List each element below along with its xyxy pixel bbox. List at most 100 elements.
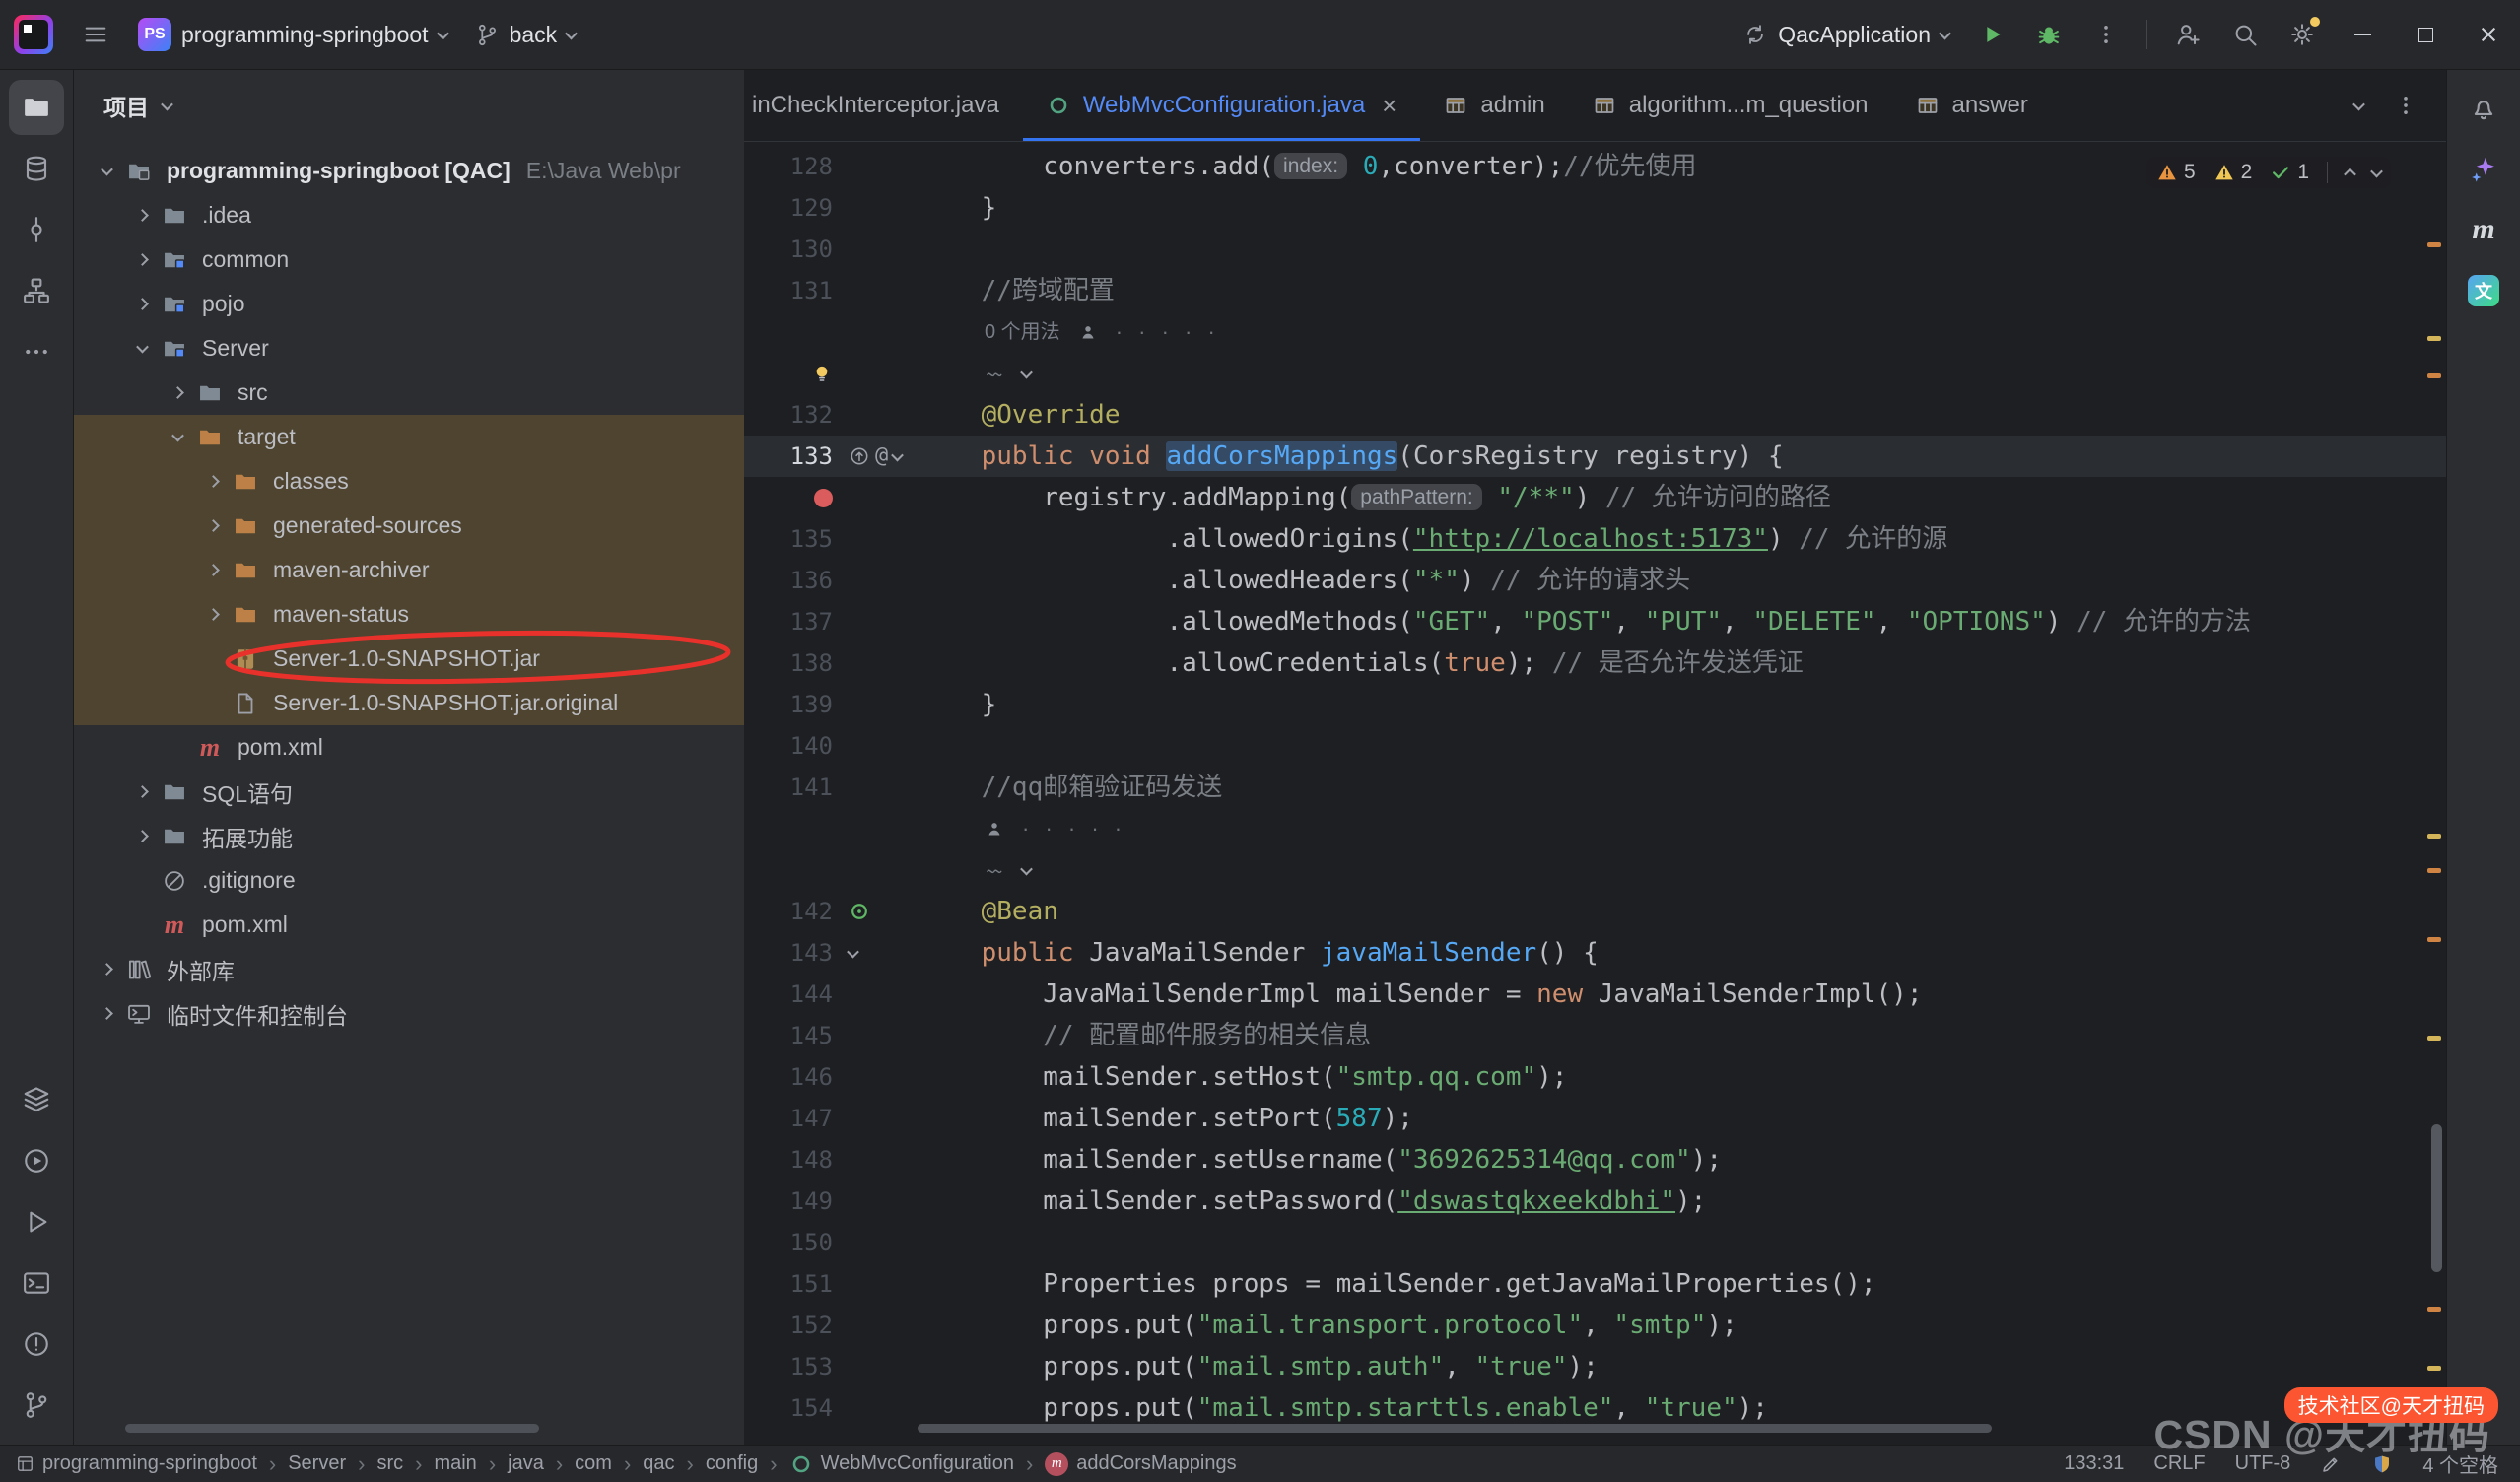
tool-stripe-item-project[interactable] — [9, 80, 64, 135]
line-number[interactable]: 135 — [744, 518, 849, 560]
chevron-right-icon[interactable] — [171, 386, 184, 399]
code-line-145[interactable]: 145 // 配置邮件服务的相关信息 — [744, 1015, 2446, 1056]
tool-stripe-item-terminal[interactable] — [9, 1255, 64, 1311]
tree-item[interactable]: .idea — [74, 193, 744, 237]
tool-stripe-item-maven[interactable]: m — [2456, 202, 2511, 257]
weak-warnings-badge[interactable]: 2 — [2214, 161, 2253, 184]
line-number[interactable]: 144 — [744, 974, 849, 1015]
code-line-141[interactable]: 141 //qq邮箱验证码发送 — [744, 767, 2446, 808]
chevron-right-icon[interactable] — [136, 785, 149, 798]
chevron-down-icon[interactable] — [101, 164, 113, 176]
line-number[interactable]: 139 — [744, 684, 849, 725]
editor-tab-answer[interactable]: answer — [1892, 70, 2052, 141]
editor-tab-algorithm-m-question[interactable]: algorithm...m_question — [1569, 70, 1892, 141]
tree-item[interactable]: mpom.xml — [74, 725, 744, 770]
inspections-widget[interactable]: 5 2 1 — [2146, 157, 2391, 188]
line-number[interactable]: 137 — [744, 601, 849, 642]
chevron-right-icon[interactable] — [207, 564, 220, 576]
line-number[interactable]: 154 — [744, 1387, 849, 1429]
chevron-right-icon[interactable] — [101, 1007, 113, 1020]
tool-stripe-item-services[interactable] — [9, 1072, 64, 1127]
breadcrumb-main[interactable]: main — [434, 1452, 476, 1475]
code-line-147[interactable]: 147 mailSender.setPort(587); — [744, 1098, 2446, 1139]
error-stripe-mark[interactable] — [2427, 868, 2441, 873]
editor-error-stripe[interactable] — [2425, 145, 2443, 1423]
code-line-129[interactable]: 129 } — [744, 187, 2446, 229]
error-stripe-mark[interactable] — [2427, 1366, 2441, 1371]
run-config-widget[interactable]: QacApplication — [1729, 9, 1963, 60]
line-number[interactable]: 132 — [744, 394, 849, 436]
code-line-152[interactable]: 152 props.put("mail.transport.protocol",… — [744, 1305, 2446, 1346]
lightbulb-icon[interactable] — [811, 363, 833, 384]
tool-stripe-item-run[interactable] — [9, 1194, 64, 1249]
error-stripe-mark[interactable] — [2427, 373, 2441, 378]
settings-button[interactable] — [2277, 9, 2328, 60]
chevron-right-icon[interactable] — [207, 519, 220, 532]
tool-stripe-item-ai-assistant[interactable] — [2456, 141, 2511, 196]
line-number[interactable]: 130 — [744, 229, 849, 270]
tool-stripe-item-structure[interactable] — [9, 263, 64, 318]
code-line-137[interactable]: 137 .allowedMethods("GET", "POST", "PUT"… — [744, 601, 2446, 642]
spring-bean-icon[interactable] — [849, 901, 870, 922]
tree-item[interactable]: target — [74, 415, 744, 459]
breadcrumb-java[interactable]: java — [508, 1452, 544, 1475]
line-number[interactable]: 150 — [744, 1222, 849, 1263]
breadcrumb-addcorsmappings[interactable]: maddCorsMappings — [1045, 1452, 1236, 1476]
breadcrumb-com[interactable]: com — [575, 1452, 612, 1475]
fold-chevron-icon[interactable] — [891, 448, 904, 461]
chevron-down-icon[interactable] — [171, 430, 184, 442]
caret-position-widget[interactable]: 133:31 — [2064, 1452, 2124, 1475]
more-actions-button[interactable] — [2080, 9, 2132, 60]
line-number[interactable]: 143 — [744, 932, 849, 974]
line-number[interactable]: 151 — [744, 1263, 849, 1305]
close-icon[interactable]: × — [1382, 93, 1396, 118]
fold-chevron-icon[interactable] — [847, 945, 859, 958]
line-number[interactable]: 131 — [744, 270, 849, 311]
tree-item[interactable]: Server-1.0-SNAPSHOT.jar — [74, 637, 744, 681]
tree-item[interactable]: maven-archiver — [74, 548, 744, 592]
code-line-139[interactable]: 139 } — [744, 684, 2446, 725]
passed-badge[interactable]: 1 — [2270, 161, 2309, 184]
line-number[interactable]: 149 — [744, 1180, 849, 1222]
line-number[interactable]: 129 — [744, 187, 849, 229]
code-line-142[interactable]: 142 @Bean — [744, 891, 2446, 932]
breadcrumb-config[interactable]: config — [706, 1452, 758, 1475]
breadcrumb-webmvcconfiguration[interactable]: WebMvcConfiguration — [789, 1452, 1014, 1476]
kebab-icon[interactable] — [2393, 93, 2418, 118]
line-number[interactable]: 141 — [744, 767, 849, 808]
editor-hscrollbar[interactable] — [918, 1424, 1992, 1433]
code-line-134[interactable]: registry.addMapping(pathPattern: "/**") … — [744, 477, 2446, 518]
tool-stripe-item-plugin[interactable]: 文 — [2456, 263, 2511, 318]
line-number[interactable]: 146 — [744, 1056, 849, 1098]
run-button[interactable] — [1966, 9, 2017, 60]
tree-item[interactable]: 拓展功能 — [74, 814, 744, 858]
code-line-136[interactable]: 136 .allowedHeaders("*") // 允许的请求头 — [744, 560, 2446, 601]
chevron-right-icon[interactable] — [207, 475, 220, 488]
next-problem-button[interactable] — [2370, 165, 2383, 177]
breakpoint-icon[interactable] — [814, 489, 833, 507]
chevron-right-icon[interactable] — [136, 830, 149, 842]
tool-stripe-item-run-dashboard[interactable] — [9, 1133, 64, 1188]
error-stripe-mark[interactable] — [2427, 1307, 2441, 1312]
project-hscrollbar[interactable] — [125, 1424, 539, 1433]
chevron-right-icon[interactable] — [136, 253, 149, 266]
usages-text[interactable]: 0 个用法 — [985, 311, 1060, 353]
tree-item[interactable]: src — [74, 370, 744, 415]
tree-item[interactable]: SQL语句 — [74, 770, 744, 814]
debug-button[interactable] — [2023, 9, 2075, 60]
breadcrumb-programming-springboot[interactable]: programming-springboot — [16, 1452, 257, 1475]
code-line-144[interactable]: 144 JavaMailSenderImpl mailSender = new … — [744, 974, 2446, 1015]
line-number[interactable]: 136 — [744, 560, 849, 601]
line-number[interactable]: 128 — [744, 146, 849, 187]
tree-item[interactable]: 外部库 — [74, 947, 744, 991]
line-number[interactable]: 152 — [744, 1305, 849, 1346]
close-button[interactable] — [2457, 0, 2520, 69]
code-line-150[interactable]: 150 — [744, 1222, 2446, 1263]
chevron-right-icon[interactable] — [101, 963, 113, 976]
folded-comment-icon[interactable] — [985, 364, 1004, 383]
prev-problem-button[interactable] — [2344, 168, 2356, 180]
error-stripe-mark[interactable] — [2427, 937, 2441, 942]
code-line-132[interactable]: 132 @Override — [744, 394, 2446, 436]
code-line-131[interactable]: 131 //跨域配置 — [744, 270, 2446, 311]
code-line-130[interactable]: 130 — [744, 229, 2446, 270]
